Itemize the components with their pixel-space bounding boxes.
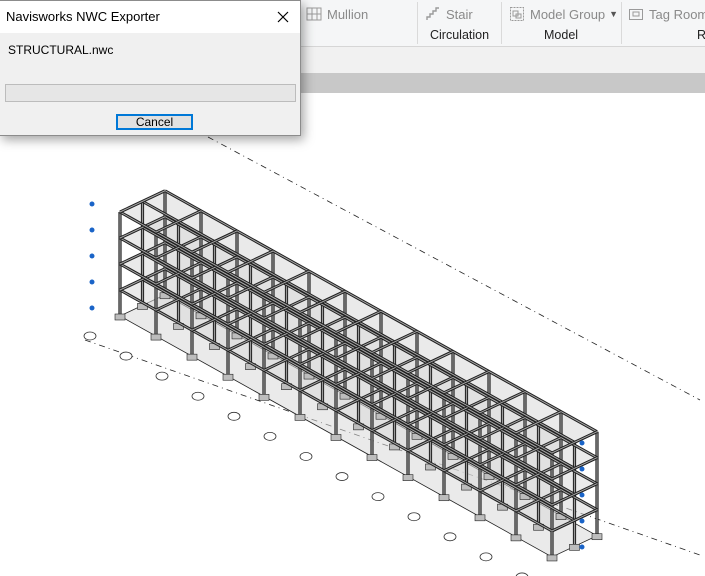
footing: [510, 534, 522, 542]
level-marker: [89, 279, 95, 285]
footing: [114, 313, 126, 321]
grid-bubble: [119, 351, 133, 361]
grid-bubble: [155, 371, 169, 381]
tag-room-button[interactable]: Tag Room: [628, 6, 705, 22]
grid-bubble: [443, 532, 457, 542]
grid-bubble: [371, 492, 385, 502]
model-group-icon: [509, 6, 525, 22]
3d-view-canvas[interactable]: [0, 93, 705, 576]
tag-room-label: Tag Room: [649, 6, 705, 22]
footing: [150, 333, 162, 341]
grid-bubble: [227, 411, 241, 421]
level-marker: [579, 492, 585, 498]
stair-icon: [425, 6, 441, 22]
level-marker: [89, 227, 95, 233]
close-icon: [277, 11, 289, 23]
level-marker: [89, 305, 95, 311]
grid-bubble: [479, 552, 493, 562]
ribbon-divider: [501, 2, 502, 44]
footing: [258, 394, 270, 401]
footing: [222, 373, 234, 381]
footing: [402, 474, 414, 481]
mullion-button[interactable]: Mullion: [306, 6, 368, 22]
footing: [186, 353, 198, 361]
ribbon-divider: [417, 2, 418, 44]
level-marker: [579, 440, 585, 446]
grid-bubble: [191, 391, 205, 401]
level-marker: [89, 253, 95, 259]
model-group-button[interactable]: Model Group ▼: [509, 6, 618, 22]
panel-label-r: R: [697, 28, 705, 42]
cancel-button[interactable]: Cancel: [116, 114, 193, 130]
dialog-title-bar: Navisworks NWC Exporter: [0, 1, 300, 33]
footing: [294, 414, 306, 421]
level-marker: [89, 201, 95, 207]
mullion-label: Mullion: [327, 6, 369, 22]
nwc-exporter-dialog: Navisworks NWC Exporter STRUCTURAL.nwc C…: [0, 0, 301, 136]
stair-button[interactable]: Stair: [425, 6, 473, 22]
footing: [569, 544, 580, 551]
dialog-title: Navisworks NWC Exporter: [6, 9, 160, 24]
close-button[interactable]: [266, 1, 300, 33]
stair-label: Stair: [446, 6, 473, 22]
footing: [438, 494, 450, 502]
grid-bubble: [299, 452, 313, 461]
ribbon-divider: [621, 2, 622, 44]
footing: [366, 454, 378, 461]
grid-bubble: [263, 431, 277, 441]
panel-label-model: Model: [544, 28, 579, 42]
model-group-label: Model Group: [530, 6, 606, 22]
mullion-icon: [306, 6, 322, 22]
tag-room-icon: [628, 6, 644, 22]
footing: [474, 514, 486, 522]
level-marker: [579, 466, 585, 472]
grid-bubble: [335, 472, 349, 481]
panel-label-circulation: Circulation: [430, 28, 490, 42]
chevron-down-icon: ▼: [609, 9, 619, 19]
export-filename: STRUCTURAL.nwc: [8, 43, 114, 57]
level-marker: [579, 544, 585, 550]
level-marker: [579, 518, 585, 524]
grid-bubble: [407, 512, 421, 522]
grid-bubble: [83, 331, 97, 341]
footing: [591, 533, 603, 541]
footing: [546, 554, 558, 562]
footing: [330, 434, 342, 441]
beam-highlight: [164, 268, 598, 511]
export-progress-bar: [5, 84, 296, 102]
